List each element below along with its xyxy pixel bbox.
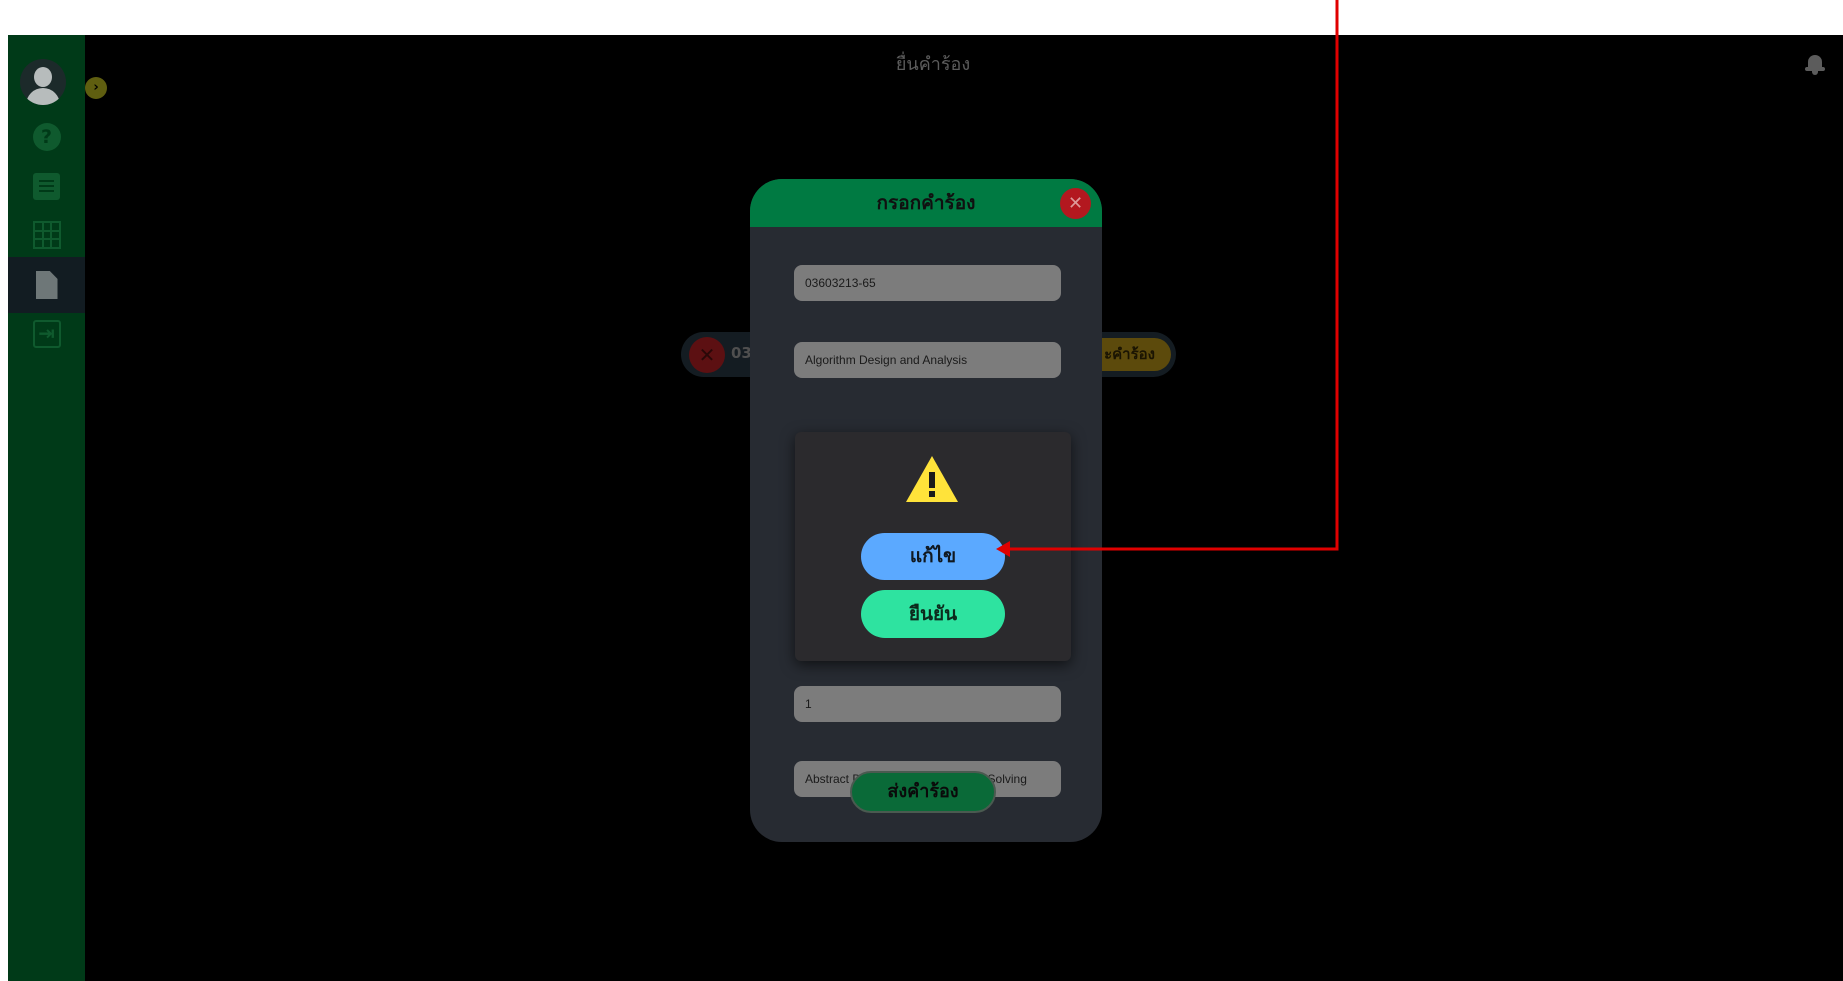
confirm-button[interactable]: ยืนยัน xyxy=(861,590,1005,638)
submit-request-button[interactable]: ส่งคำร้อง xyxy=(850,771,996,813)
modal-header: กรอกคำร้อง ✕ xyxy=(750,179,1102,227)
section-field[interactable]: 1 xyxy=(794,686,1061,722)
list-icon xyxy=(33,172,60,200)
logout-icon: ⇥ xyxy=(32,320,61,348)
sidebar-item-request[interactable] xyxy=(8,257,85,313)
edit-button[interactable]: แก้ไข xyxy=(861,533,1005,580)
avatar-head xyxy=(34,67,52,87)
sidebar-item-list[interactable] xyxy=(8,158,85,214)
warning-icon xyxy=(906,456,958,502)
close-icon[interactable]: ✕ xyxy=(1060,188,1091,219)
sidebar: ? ⇥ xyxy=(8,35,85,981)
course-name-field[interactable]: Algorithm Design and Analysis xyxy=(794,342,1061,378)
sidebar-item-logout[interactable]: ⇥ xyxy=(8,306,85,362)
document-icon xyxy=(35,271,58,299)
avatar[interactable] xyxy=(20,59,66,105)
sidebar-item-help[interactable]: ? xyxy=(8,109,85,165)
app-window: ? ⇥ › ยื่นคำร้อง ✕ 03 ะคำร้อง กรอกคำร้อง… xyxy=(8,35,1843,981)
course-code-field[interactable]: 03603213-65 xyxy=(794,265,1061,301)
grid-icon xyxy=(32,221,61,249)
sidebar-item-grid[interactable] xyxy=(8,207,85,263)
chevron-right-icon[interactable]: › xyxy=(85,77,107,99)
page-title: ยื่นคำร้อง xyxy=(895,54,971,75)
confirm-dialog: แก้ไข ยืนยัน xyxy=(795,432,1071,661)
avatar-body xyxy=(26,88,60,105)
help-icon: ? xyxy=(32,123,61,151)
close-icon: ✕ xyxy=(689,337,725,373)
modal-title: กรอกคำร้อง xyxy=(876,192,976,214)
request-code: 03 xyxy=(731,344,752,362)
bell-icon[interactable] xyxy=(1805,53,1825,75)
